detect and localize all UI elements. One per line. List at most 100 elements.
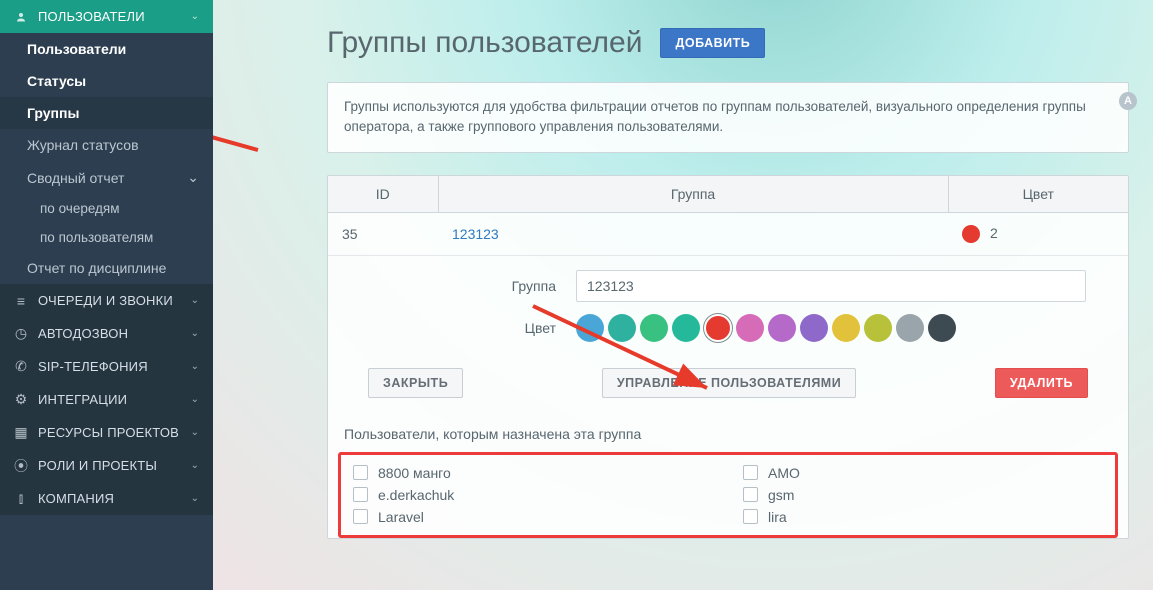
chevron-down-icon: ⌄ [191, 460, 199, 471]
user-label: gsm [768, 487, 794, 503]
users-col-right: AMO gsm lira [743, 465, 1103, 525]
info-panel: Группы используются для удобства фильтра… [327, 82, 1129, 153]
sidebar-item-by-queues[interactable]: по очередям [0, 194, 213, 223]
col-id: ID [328, 176, 438, 213]
group-name-input[interactable] [576, 270, 1086, 302]
sidebar-section-label: КОМПАНИЯ [38, 491, 181, 506]
color-swatch[interactable] [928, 314, 956, 342]
page-title: Группы пользователей [327, 26, 642, 60]
chevron-down-icon: ⌄ [191, 361, 199, 372]
cell-count: 2 [990, 225, 998, 241]
users-col-left: 8800 манго e.derkachuk Laravel [353, 465, 743, 525]
user-item: gsm [743, 487, 1103, 503]
sidebar-section-label: ИНТЕГРАЦИИ [38, 392, 181, 407]
form-row-color: Цвет [328, 308, 1128, 348]
color-swatch[interactable] [608, 314, 636, 342]
color-swatch[interactable] [736, 314, 764, 342]
user-item: e.derkachuk [353, 487, 743, 503]
sidebar-item-users[interactable]: Пользователи [0, 33, 213, 65]
groups-table: ID Группа Цвет 35 123123 2 [328, 176, 1128, 256]
sidebar-item-summary-report[interactable]: Сводный отчет⌄ [0, 161, 213, 194]
color-swatch[interactable] [672, 314, 700, 342]
group-link[interactable]: 123123 [452, 226, 499, 242]
label-group: Группа [344, 278, 576, 294]
sidebar-section-company[interactable]: ⫾ КОМПАНИЯ ⌄ [0, 482, 213, 515]
list-icon: ≡ [14, 294, 28, 308]
phone-icon: ✆ [14, 360, 28, 374]
chart-icon: ⫾ [14, 492, 28, 506]
sidebar-section-sip[interactable]: ✆ SIP-ТЕЛЕФОНИЯ ⌄ [0, 350, 213, 383]
color-dot [962, 225, 980, 243]
color-swatch[interactable] [768, 314, 796, 342]
main-content: A Группы пользователей ДОБАВИТЬ Группы и… [213, 0, 1153, 590]
user-item: lira [743, 509, 1103, 525]
grid-icon: ▦ [14, 426, 28, 440]
cell-group: 123123 [438, 212, 948, 255]
sidebar-section-users[interactable]: ПОЛЬЗОВАТЕЛИ ⌄ [0, 0, 213, 33]
sidebar-section-autodial[interactable]: ◷ АВТОДОЗВОН ⌄ [0, 317, 213, 350]
cell-id: 35 [328, 212, 438, 255]
delete-button[interactable]: УДАЛИТЬ [995, 368, 1088, 398]
user-checkbox[interactable] [743, 465, 758, 480]
add-button[interactable]: ДОБАВИТЬ [660, 28, 765, 58]
user-label: lira [768, 509, 787, 525]
user-icon [14, 10, 28, 24]
sidebar-item-groups[interactable]: Группы [0, 97, 213, 129]
sidebar-section-label: ОЧЕРЕДИ И ЗВОНКИ [38, 293, 181, 308]
sidebar-section-label: АВТОДОЗВОН [38, 326, 181, 341]
color-swatch[interactable] [896, 314, 924, 342]
sidebar-section-queues[interactable]: ≡ ОЧЕРЕДИ И ЗВОНКИ ⌄ [0, 284, 213, 317]
user-item: Laravel [353, 509, 743, 525]
manage-users-button[interactable]: УПРАВЛЕНИЕ ПОЛЬЗОВАТЕЛЯМИ [602, 368, 856, 398]
sidebar-item-statuses[interactable]: Статусы [0, 65, 213, 97]
user-checkbox[interactable] [353, 487, 368, 502]
form-row-group: Группа [328, 264, 1128, 308]
sidebar-item-by-users[interactable]: по пользователям [0, 223, 213, 252]
toggle-icon: ⦿ [14, 459, 28, 473]
user-checkbox[interactable] [353, 509, 368, 524]
user-label: e.derkachuk [378, 487, 454, 503]
gears-icon: ⚙ [14, 393, 28, 407]
color-swatch[interactable] [800, 314, 828, 342]
clock-icon: ◷ [14, 327, 28, 341]
sidebar-item-discipline-report[interactable]: Отчет по дисциплине [0, 252, 213, 284]
user-item: 8800 манго [353, 465, 743, 481]
user-checkbox[interactable] [743, 487, 758, 502]
help-badge[interactable]: A [1119, 92, 1137, 110]
sidebar-item-status-log[interactable]: Журнал статусов [0, 129, 213, 161]
user-label: Laravel [378, 509, 424, 525]
sidebar-section-label: SIP-ТЕЛЕФОНИЯ [38, 359, 181, 374]
sidebar-section-resources[interactable]: ▦ РЕСУРСЫ ПРОЕКТОВ ⌄ [0, 416, 213, 449]
color-swatch[interactable] [832, 314, 860, 342]
label-color: Цвет [344, 320, 576, 336]
chevron-down-icon: ⌄ [191, 328, 199, 339]
groups-card: ID Группа Цвет 35 123123 2 Группа Цвет [327, 175, 1129, 539]
color-swatch[interactable] [704, 314, 732, 342]
user-checkbox[interactable] [743, 509, 758, 524]
cell-color: 2 [948, 212, 1128, 255]
color-swatch[interactable] [640, 314, 668, 342]
sidebar-section-label: РЕСУРСЫ ПРОЕКТОВ [38, 425, 181, 440]
sidebar-section-label: РОЛИ И ПРОЕКТЫ [38, 458, 181, 473]
color-swatches [576, 314, 1112, 342]
sidebar-section-roles[interactable]: ⦿ РОЛИ И ПРОЕКТЫ ⌄ [0, 449, 213, 482]
chevron-down-icon: ⌄ [191, 295, 199, 306]
user-checkbox[interactable] [353, 465, 368, 480]
color-swatch[interactable] [576, 314, 604, 342]
chevron-down-icon: ⌄ [191, 427, 199, 438]
user-item: AMO [743, 465, 1103, 481]
user-label: 8800 манго [378, 465, 451, 481]
chevron-down-icon: ⌄ [191, 394, 199, 405]
color-swatch[interactable] [864, 314, 892, 342]
sidebar-section-integrations[interactable]: ⚙ ИНТЕГРАЦИИ ⌄ [0, 383, 213, 416]
user-label: AMO [768, 465, 800, 481]
chevron-down-icon: ⌄ [191, 11, 199, 22]
close-button[interactable]: ЗАКРЫТЬ [368, 368, 463, 398]
annotation-arrow [213, 104, 268, 169]
table-row[interactable]: 35 123123 2 [328, 212, 1128, 255]
col-color: Цвет [948, 176, 1128, 213]
users-assigned-label: Пользователи, которым назначена эта груп… [328, 426, 1128, 452]
sidebar-section-label: ПОЛЬЗОВАТЕЛИ [38, 9, 181, 24]
action-row: ЗАКРЫТЬ УПРАВЛЕНИЕ ПОЛЬЗОВАТЕЛЯМИ УДАЛИТ… [328, 348, 1128, 426]
col-group: Группа [438, 176, 948, 213]
